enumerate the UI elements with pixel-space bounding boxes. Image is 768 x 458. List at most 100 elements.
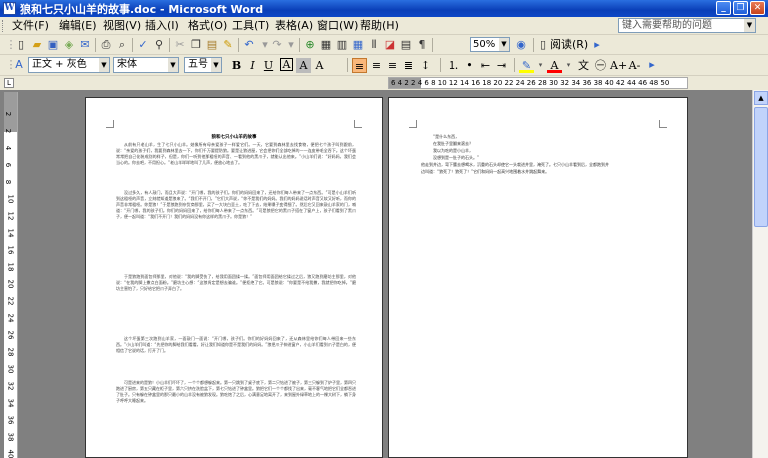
size-select[interactable]: 五号 ▼ xyxy=(184,57,222,73)
font-dropdown-icon[interactable]: ▼ xyxy=(168,58,178,72)
text-line: 边叫道：“狼死了！狼死了！”它们和妈妈一起高兴地围着水井跳起舞来。 xyxy=(421,169,550,174)
ruler-tick-label: 16 xyxy=(6,245,15,255)
zoom-dropdown-icon[interactable]: ▼ xyxy=(499,38,509,51)
vertical-ruler[interactable]: 2 2 4 6 8 10 12 14 16 18 20 22 24 26 28 30 32 34 36 38 40 xyxy=(4,92,18,458)
redo-icon[interactable]: ↷ xyxy=(270,38,284,52)
style-dropdown-icon[interactable]: ▼ xyxy=(99,58,109,72)
bullets-button[interactable]: • xyxy=(462,58,477,73)
print-preview-icon[interactable]: ⌕ xyxy=(115,38,129,52)
drawing-icon[interactable]: ◪ xyxy=(383,38,397,52)
horizontal-ruler[interactable]: 6 4 2 2 4 6 8 10 12 14 16 18 20 22 24 26… xyxy=(388,77,688,89)
menu-tools[interactable]: 工具(T) xyxy=(232,19,269,33)
align-center-button[interactable]: ≡ xyxy=(369,58,384,73)
align-left-button[interactable]: ≡ xyxy=(352,58,367,73)
enclose-chars-icon[interactable]: ㊀ xyxy=(593,58,608,73)
ruler-tick-label: 18 xyxy=(6,262,15,272)
highlight-icon[interactable]: ✎ xyxy=(519,58,534,73)
ruler-tick-label: 26 xyxy=(6,330,15,340)
vertical-scrollbar[interactable]: ▲ xyxy=(752,90,768,458)
print-icon[interactable]: ⎙ xyxy=(99,38,113,52)
font-select[interactable]: 宋体 ▼ xyxy=(113,57,179,73)
cut-icon[interactable]: ✂ xyxy=(173,38,187,52)
toolbar-options-icon[interactable]: ▸ xyxy=(590,38,604,52)
show-hide-icon[interactable]: ¶ xyxy=(415,38,429,52)
phonetic-guide-icon[interactable]: 文 xyxy=(576,58,591,73)
menu-insert[interactable]: 插入(I) xyxy=(145,19,179,33)
menu-edit[interactable]: 编辑(E) xyxy=(59,19,97,33)
numbering-button[interactable]: ⒈ xyxy=(446,58,461,73)
ruler-tick-label: 2 xyxy=(4,128,13,134)
new-document-icon[interactable]: ▯ xyxy=(14,38,28,52)
italic-button[interactable]: I xyxy=(245,58,260,73)
undo-icon[interactable]: ↶ xyxy=(242,38,256,52)
menu-table[interactable]: 表格(A) xyxy=(275,19,313,33)
menu-file[interactable]: 文件(F) xyxy=(12,19,49,33)
zoom-select[interactable]: 50% ▼ xyxy=(470,37,510,52)
char-border-button[interactable]: A xyxy=(280,58,293,71)
permission-icon[interactable]: ◈ xyxy=(62,38,76,52)
scroll-up-arrow-icon[interactable]: ▲ xyxy=(754,91,768,105)
help-dropdown-arrow-icon[interactable]: ▼ xyxy=(744,19,755,32)
insert-excel-icon[interactable]: ▦ xyxy=(351,38,365,52)
grow-font-button[interactable]: A+ xyxy=(610,58,627,73)
style-select[interactable]: 正文 + 灰色 ▼ xyxy=(28,57,110,73)
toolbar-separator xyxy=(238,38,239,52)
highlight-dropdown-icon[interactable]: ▾ xyxy=(533,58,548,73)
ruler-tick-label: 32 xyxy=(6,381,15,391)
document-map-icon[interactable]: ▤ xyxy=(399,38,413,52)
ruler-tick-label: 8 xyxy=(4,179,13,185)
document-page-2[interactable]: “是什么东西， 在我肚子里翻来滚去？ 我以为吃的是小山羊， 没想到是一肚子的石头… xyxy=(388,97,688,458)
shrink-font-button[interactable]: A- xyxy=(627,58,642,73)
increase-indent-button[interactable]: ⇥ xyxy=(494,58,509,73)
toolbar-separator xyxy=(533,38,534,52)
justify-button[interactable]: ≣ xyxy=(401,58,416,73)
menu-format[interactable]: 格式(O) xyxy=(188,19,227,33)
underline-button[interactable]: U xyxy=(261,58,276,73)
toolbar-separator xyxy=(169,38,170,52)
ruler-tick-label: 34 xyxy=(6,398,15,408)
menu-view[interactable]: 视图(V) xyxy=(103,19,141,33)
copy-icon[interactable]: ❐ xyxy=(189,38,203,52)
toolbar-options-icon[interactable]: ▸ xyxy=(645,58,659,72)
help-search-input[interactable]: 键入需要帮助的问题 ▼ xyxy=(618,18,756,33)
font-value: 宋体 xyxy=(117,59,137,70)
spelling-icon[interactable]: ✓ xyxy=(136,38,150,52)
help-icon[interactable]: ◉ xyxy=(514,38,528,52)
bold-button[interactable]: B xyxy=(229,58,244,73)
restore-button[interactable]: ❐ xyxy=(733,1,748,15)
format-painter-icon[interactable]: ✎ xyxy=(221,38,235,52)
char-shading-button[interactable]: A xyxy=(296,58,311,73)
columns-icon[interactable]: ⫴ xyxy=(367,38,381,52)
document-title: 狼和七只小山羊的故事 xyxy=(211,135,257,140)
research-icon[interactable]: ⚲ xyxy=(152,38,166,52)
decrease-indent-button[interactable]: ⇤ xyxy=(478,58,493,73)
email-icon[interactable]: ✉ xyxy=(78,38,92,52)
help-search-placeholder: 键入需要帮助的问题 xyxy=(622,20,712,31)
open-folder-icon[interactable]: ▰ xyxy=(30,38,44,52)
line-spacing-button[interactable]: ↕ xyxy=(418,58,433,73)
menu-grip[interactable] xyxy=(2,20,5,32)
align-right-button[interactable]: ≡ xyxy=(385,58,400,73)
minimize-button[interactable]: _ xyxy=(716,1,731,15)
document-page-1[interactable]: 狼和七只小山羊的故事 从前有只老山羊，生了七只小山羊。她像所有母亲爱孩子一样爱它… xyxy=(85,97,383,458)
redo-dropdown-icon[interactable]: ▾ xyxy=(284,38,298,52)
char-scale-button[interactable]: A xyxy=(312,58,327,73)
tab-selector[interactable]: L xyxy=(4,78,14,88)
menu-help[interactable]: 帮助(H) xyxy=(360,19,399,33)
insert-table-icon[interactable]: ▥ xyxy=(335,38,349,52)
font-color-dropdown-icon[interactable]: ▾ xyxy=(561,58,576,73)
styles-formatting-icon[interactable]: A xyxy=(12,58,26,72)
menu-window[interactable]: 窗口(W) xyxy=(317,19,358,33)
font-color-icon[interactable]: A xyxy=(547,58,562,73)
read-button[interactable]: 阅读(R) xyxy=(550,37,588,53)
read-mode-icon[interactable]: ▯ xyxy=(536,38,550,52)
save-icon[interactable]: ▣ xyxy=(46,38,60,52)
paste-icon[interactable]: ▤ xyxy=(205,38,219,52)
tables-borders-icon[interactable]: ▦ xyxy=(319,38,333,52)
hyperlink-icon[interactable]: ⊕ xyxy=(303,38,317,52)
size-dropdown-icon[interactable]: ▼ xyxy=(211,58,221,72)
word-app-icon[interactable]: W xyxy=(3,2,16,15)
scroll-thumb[interactable] xyxy=(754,107,768,227)
ruler-tick-label: 38 xyxy=(6,432,15,442)
close-button[interactable]: ✕ xyxy=(750,1,765,15)
